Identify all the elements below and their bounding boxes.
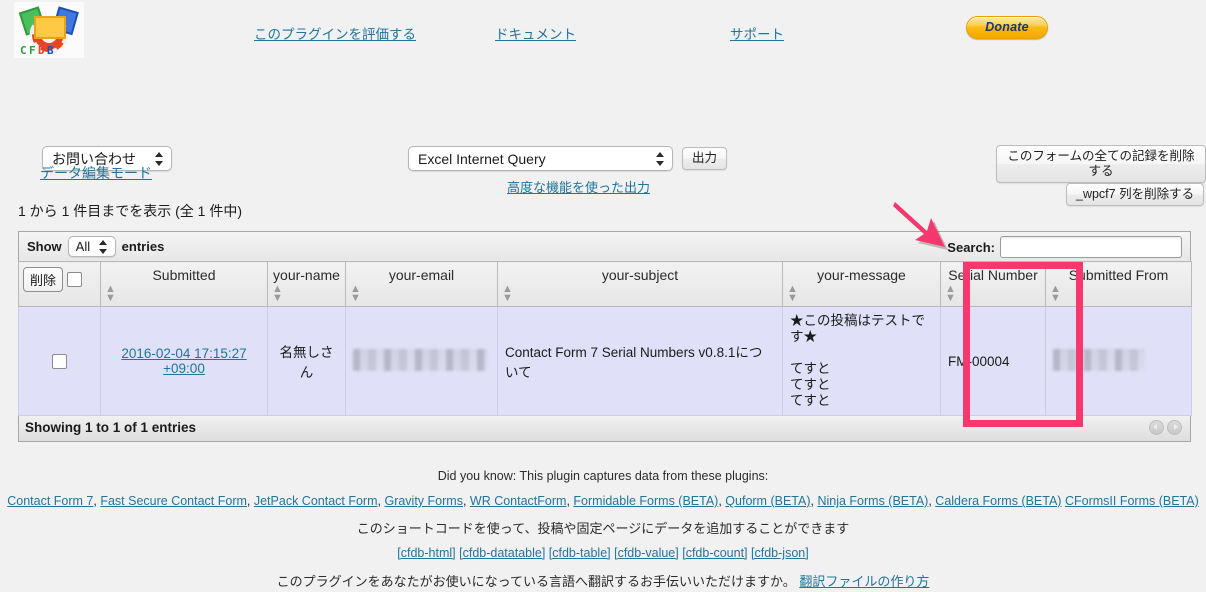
submitted-date-link[interactable]: 2016-02-04 17:15:27 +09:00: [121, 346, 246, 376]
plugin-link-contact-form-7[interactable]: Contact Form 7: [7, 494, 93, 508]
show-label: Show: [27, 239, 62, 254]
plugin-link-formidable-forms[interactable]: Formidable Forms (BETA): [573, 494, 718, 508]
cell-your-name: 名無しさん: [267, 306, 346, 416]
row-select-cell: [18, 306, 101, 416]
footer-did-you-know: Did you know: This plugin captures data …: [437, 469, 769, 483]
redacted-email: [353, 348, 487, 371]
column-label: Serial Number: [948, 267, 1038, 283]
shortcode-link-cfdb-datatable[interactable]: [cfdb-datatable]: [459, 546, 545, 560]
controls-row: お問い合わせ Excel Internet Query 出力 高度な機能を使った…: [0, 62, 1206, 206]
plugin-link-cformsii-forms[interactable]: CFormsII Forms (BETA): [1065, 494, 1199, 508]
column-label: your-email: [388, 267, 455, 283]
svg-text:D: D: [38, 44, 45, 57]
rate-plugin-link[interactable]: このプラグインを評価する: [254, 23, 416, 43]
column-header-submitted-from[interactable]: Submitted From ▲ ▼: [1045, 261, 1192, 307]
table-header-row: 削除 Submitted ▲ ▼ your-name ▲ ▼ your-email …: [18, 261, 1192, 307]
svg-text:B: B: [47, 44, 54, 57]
datatable-length-control: Show All entries: [27, 236, 164, 257]
row-checkbox[interactable]: [52, 353, 67, 369]
column-label: your-name: [273, 267, 340, 283]
sort-icon: ▲ ▼: [787, 283, 798, 304]
delete-selected-button[interactable]: 削除: [23, 267, 64, 292]
shortcode-link-cfdb-count[interactable]: [cfdb-count]: [682, 546, 747, 560]
column-header-your-subject[interactable]: your-subject ▲ ▼: [497, 261, 783, 307]
datatable-pagination: [1149, 420, 1182, 435]
datatable-info: Showing 1 to 1 of 1 entries: [25, 420, 197, 435]
footer-translate-line: このプラグインをあなたがお使いになっている言語へ翻訳するお手伝いいただけますか。…: [0, 564, 1206, 592]
next-page-button[interactable]: [1167, 420, 1182, 435]
footer-shortcode-text: このショートコードを使って、投稿や固定ページにデータを追加することができます: [356, 521, 850, 536]
column-header-serial-number[interactable]: Serial Number ▲ ▼: [940, 261, 1046, 307]
footer-shortcode-links: [cfdb-html] [cfdb-datatable] [cfdb-table…: [0, 539, 1206, 564]
column-label: Submitted: [152, 267, 216, 283]
search-input[interactable]: [1000, 236, 1182, 258]
plugin-link-caldera-forms[interactable]: Caldera Forms (BETA): [935, 494, 1061, 508]
entries-per-page-select[interactable]: All: [67, 236, 116, 257]
plugin-link-quform[interactable]: Quform (BETA): [725, 494, 810, 508]
advanced-export-link[interactable]: 高度な機能を使った出力: [507, 177, 650, 196]
message-text: ★この投稿はテストです★ てすと てすと てすと: [790, 313, 925, 408]
svg-text:C: C: [20, 44, 27, 57]
column-label: Submitted From: [1068, 267, 1169, 283]
entries-select-wrapper: All: [67, 236, 116, 257]
cfdb-logo: C F D B: [14, 2, 84, 58]
plugin-link-jetpack-contact-form[interactable]: JetPack Contact Form: [254, 494, 378, 508]
shortcode-link-cfdb-html[interactable]: [cfdb-html]: [397, 546, 455, 560]
column-header-delete: 削除: [18, 261, 101, 307]
redacted-submitted-from: [1053, 348, 1145, 371]
table-row: 2016-02-04 17:15:27 +09:00 名無しさん Contact…: [18, 306, 1192, 416]
cell-your-message: ★この投稿はテストです★ てすと てすと てすと: [782, 306, 941, 416]
translate-guide-link[interactable]: 翻訳ファイルの作り方: [799, 574, 929, 589]
search-label: Search:: [947, 239, 995, 255]
sort-icon: ▲ ▼: [350, 283, 361, 304]
previous-page-button[interactable]: [1149, 420, 1164, 435]
cell-your-email: [345, 306, 498, 416]
datatable-footer: Showing 1 to 1 of 1 entries: [18, 416, 1191, 442]
column-header-your-message[interactable]: your-message ▲ ▼: [782, 261, 941, 307]
column-label: your-message: [817, 267, 906, 283]
cell-submitted-from: [1045, 306, 1192, 416]
cell-serial-number: FM-00004: [940, 306, 1046, 416]
record-range-info: 1 から 1 件目までを表示 (全 1 件中): [18, 203, 243, 219]
delete-wpcf7-column-button[interactable]: _wpcf7 列を削除する: [1066, 183, 1205, 206]
select-all-checkbox[interactable]: [67, 272, 83, 287]
column-header-your-name[interactable]: your-name ▲ ▼: [267, 261, 346, 307]
entries-label: entries: [121, 239, 165, 254]
datatable-search-control: Search:: [947, 236, 1182, 258]
sort-icon: ▲ ▼: [945, 283, 956, 304]
delete-all-records-button[interactable]: このフォームの全ての記録を削除する: [996, 145, 1206, 183]
svg-text:F: F: [29, 44, 36, 57]
export-button[interactable]: 出力: [682, 147, 728, 170]
footer-plugin-links: Contact Form 7, Fast Secure Contact Form…: [7, 494, 1199, 508]
sort-icon: ▲ ▼: [272, 283, 283, 304]
shortcode-link-cfdb-value[interactable]: [cfdb-value]: [614, 546, 679, 560]
plugin-link-gravity-forms[interactable]: Gravity Forms: [384, 494, 462, 508]
export-format-select-wrapper: Excel Internet Query: [408, 146, 673, 171]
sort-icon: ▲ ▼: [1050, 283, 1061, 304]
shortcode-link-cfdb-table[interactable]: [cfdb-table]: [549, 546, 611, 560]
column-label: your-subject: [601, 267, 679, 283]
page-footer: Did you know: This plugin captures data …: [0, 462, 1206, 592]
plugin-link-fast-secure-contact-form[interactable]: Fast Secure Contact Form: [100, 494, 247, 508]
cell-submitted: 2016-02-04 17:15:27 +09:00: [100, 306, 268, 416]
submissions-table: 削除 Submitted ▲ ▼ your-name ▲ ▼ your-email …: [18, 261, 1192, 416]
donate-button[interactable]: Donate: [966, 16, 1048, 39]
translate-text: このプラグインをあなたがお使いになっている言語へ翻訳するお手伝いいただけますか。: [276, 574, 796, 589]
documentation-link[interactable]: ドキュメント: [495, 23, 576, 43]
column-header-submitted[interactable]: Submitted ▲ ▼: [100, 261, 268, 307]
datatable-toolbar: Show All entries Search:: [18, 231, 1191, 261]
page-header: C F D B このプラグインを評価する ドキュメント サポート Donate: [0, 0, 1206, 62]
support-link[interactable]: サポート: [730, 23, 784, 43]
plugin-link-ninja-forms[interactable]: Ninja Forms (BETA): [817, 494, 928, 508]
plugin-link-wr-contactform[interactable]: WR ContactForm: [470, 494, 567, 508]
datatable-wrapper: Show All entries Search: 削除 Submitted ▲ …: [18, 231, 1192, 442]
cell-your-subject: Contact Form 7 Serial Numbers v0.8.1について: [497, 306, 783, 416]
shortcode-link-cfdb-json[interactable]: [cfdb-json]: [751, 546, 809, 560]
sort-icon: ▲ ▼: [502, 283, 513, 304]
export-format-select[interactable]: Excel Internet Query: [408, 146, 673, 171]
data-edit-mode-link[interactable]: データ編集モード: [40, 163, 152, 183]
column-header-your-email[interactable]: your-email ▲ ▼: [345, 261, 498, 307]
sort-icon: ▲ ▼: [105, 283, 116, 304]
